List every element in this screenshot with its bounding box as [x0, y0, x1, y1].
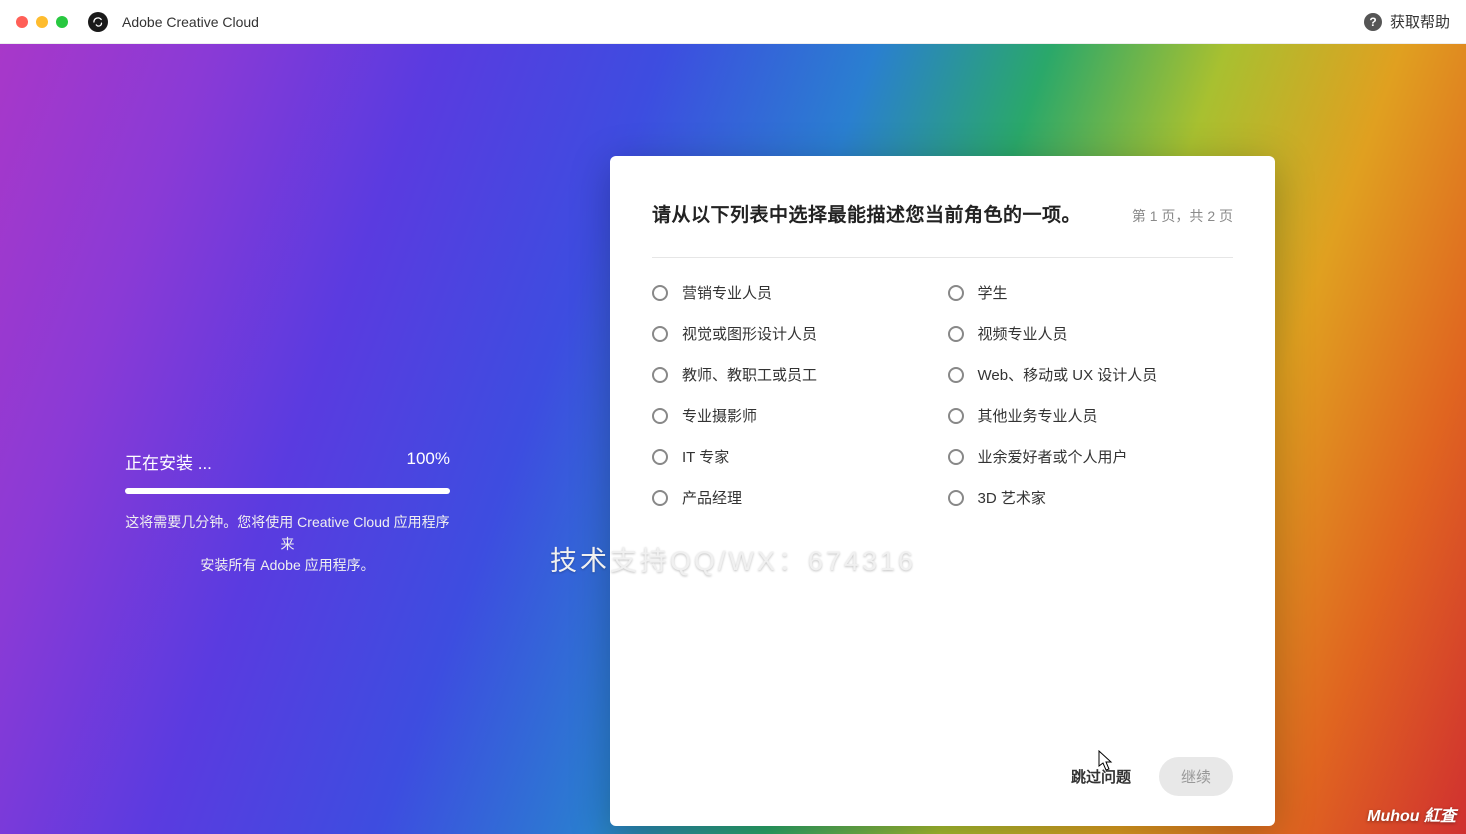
role-option-hobbyist[interactable]: 业余爱好者或个人用户	[948, 446, 1234, 467]
option-label: 视觉或图形设计人员	[682, 323, 817, 344]
option-label: Web、移动或 UX 设计人员	[978, 364, 1158, 385]
install-status-row: 正在安装 ... 100%	[125, 449, 450, 474]
option-label: 产品经理	[682, 487, 742, 508]
role-options-grid: 营销专业人员 视觉或图形设计人员 教师、教职工或员工 专业摄影师 IT 专家	[652, 258, 1233, 508]
page-indicator: 第 1 页，共 2 页	[1132, 206, 1233, 226]
titlebar: Adobe Creative Cloud ? 获取帮助	[0, 0, 1466, 44]
radio-icon	[652, 408, 668, 424]
help-icon: ?	[1364, 13, 1382, 31]
radio-icon	[652, 285, 668, 301]
progress-bar	[125, 488, 450, 494]
app-title: Adobe Creative Cloud	[122, 14, 259, 30]
radio-icon	[652, 449, 668, 465]
radio-icon	[652, 490, 668, 506]
card-title: 请从以下列表中选择最能描述您当前角色的一项。	[652, 200, 1081, 227]
option-label: 营销专业人员	[682, 282, 772, 303]
role-selection-card: 请从以下列表中选择最能描述您当前角色的一项。 第 1 页，共 2 页 营销专业人…	[610, 156, 1275, 826]
role-option-visual-design[interactable]: 视觉或图形设计人员	[652, 323, 938, 344]
option-label: 视频专业人员	[978, 323, 1068, 344]
card-footer: 跳过问题 继续	[652, 757, 1233, 796]
radio-icon	[948, 449, 964, 465]
close-window-button[interactable]	[16, 16, 28, 28]
radio-icon	[652, 326, 668, 342]
help-label: 获取帮助	[1390, 11, 1450, 32]
maximize-window-button[interactable]	[56, 16, 68, 28]
minimize-window-button[interactable]	[36, 16, 48, 28]
radio-icon	[948, 408, 964, 424]
creative-cloud-icon	[88, 12, 108, 32]
watermark: Muhou 紅査	[1367, 802, 1456, 826]
radio-icon	[948, 285, 964, 301]
install-panel: 正在安装 ... 100% 这将需要几分钟。您将使用 Creative Clou…	[125, 449, 450, 577]
option-label: 教师、教职工或员工	[682, 364, 817, 385]
option-label: 其他业务专业人员	[978, 405, 1098, 426]
option-label: IT 专家	[682, 446, 729, 467]
progress-fill	[125, 488, 450, 494]
help-link[interactable]: ? 获取帮助	[1364, 11, 1450, 32]
skip-button[interactable]: 跳过问题	[1071, 766, 1131, 787]
radio-icon	[652, 367, 668, 383]
install-status-text: 正在安装 ...	[125, 449, 212, 474]
role-option-3d-artist[interactable]: 3D 艺术家	[948, 487, 1234, 508]
role-option-teacher[interactable]: 教师、教职工或员工	[652, 364, 938, 385]
titlebar-left: Adobe Creative Cloud	[16, 12, 259, 32]
window-controls	[16, 16, 68, 28]
radio-icon	[948, 490, 964, 506]
option-label: 学生	[978, 282, 1008, 303]
role-option-web-ux[interactable]: Web、移动或 UX 设计人员	[948, 364, 1234, 385]
role-option-video-pro[interactable]: 视频专业人员	[948, 323, 1234, 344]
radio-icon	[948, 367, 964, 383]
install-description: 这将需要几分钟。您将使用 Creative Cloud 应用程序来 安装所有 A…	[125, 512, 450, 577]
role-option-photographer[interactable]: 专业摄影师	[652, 405, 938, 426]
continue-button[interactable]: 继续	[1159, 757, 1233, 796]
role-option-student[interactable]: 学生	[948, 282, 1234, 303]
role-option-product-manager[interactable]: 产品经理	[652, 487, 938, 508]
radio-icon	[948, 326, 964, 342]
card-header: 请从以下列表中选择最能描述您当前角色的一项。 第 1 页，共 2 页	[652, 200, 1233, 258]
install-percent: 100%	[407, 449, 450, 474]
role-option-it-expert[interactable]: IT 专家	[652, 446, 938, 467]
option-label: 业余爱好者或个人用户	[978, 446, 1128, 467]
role-option-marketing[interactable]: 营销专业人员	[652, 282, 938, 303]
option-label: 专业摄影师	[682, 405, 757, 426]
role-option-other-business[interactable]: 其他业务专业人员	[948, 405, 1234, 426]
main-area: 正在安装 ... 100% 这将需要几分钟。您将使用 Creative Clou…	[0, 44, 1466, 834]
option-label: 3D 艺术家	[978, 487, 1046, 508]
